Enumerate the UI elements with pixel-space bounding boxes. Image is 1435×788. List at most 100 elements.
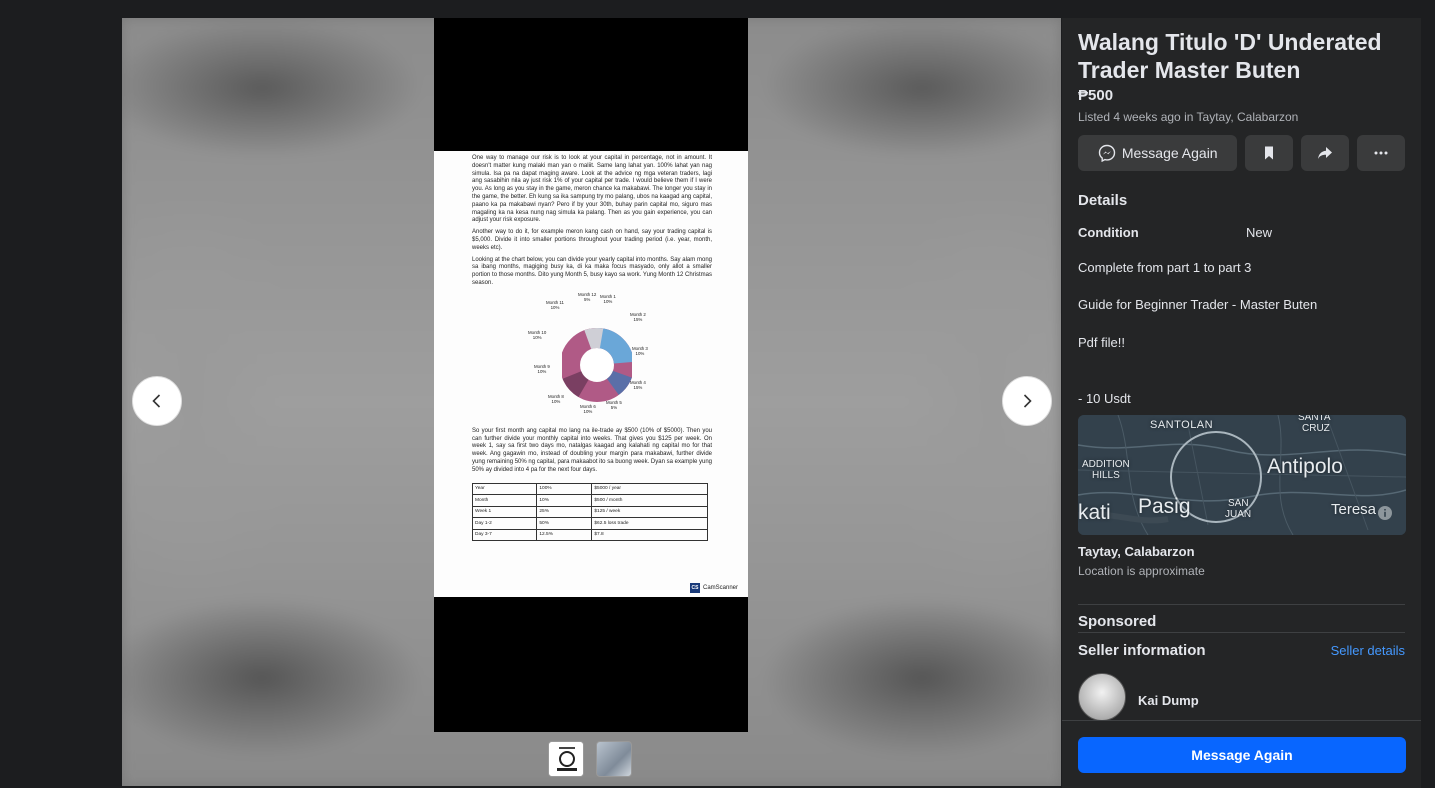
marketplace-item-page: One way to manage our risk is to look at… — [0, 0, 1435, 788]
donut-label: Month 11 10% — [546, 299, 564, 310]
donut-label: Month 8 10% — [548, 393, 564, 404]
doc-paragraph: Looking at the chart below, you can divi… — [472, 256, 712, 286]
message-again-button[interactable]: Message Again — [1078, 135, 1238, 171]
table-cell: Month — [471, 494, 538, 507]
description-line: Pdf file!! — [1078, 335, 1125, 350]
location-title: Taytay, Calabarzon — [1078, 544, 1195, 559]
map-label: Teresa — [1331, 501, 1377, 518]
map-label: kati — [1078, 501, 1111, 524]
table-cell: 10% — [536, 494, 593, 507]
donut-label: Month 5 5% — [606, 399, 622, 410]
chevron-left-icon — [152, 394, 161, 408]
listing-photo: One way to manage our risk is to look at… — [434, 18, 748, 732]
table-row: Week 1 25% $125 / week — [471, 505, 708, 519]
description-line: Complete from part 1 to part 3 — [1078, 260, 1252, 275]
message-again-label: Message Again — [1121, 145, 1218, 161]
description-line: Guide for Beginner Trader - Master Buten — [1078, 297, 1318, 312]
messenger-icon — [1098, 144, 1116, 162]
scanned-document-page: One way to manage our risk is to look at… — [434, 151, 748, 597]
table-cell: 100% — [536, 482, 593, 496]
donut-label: Month 2 15% — [630, 311, 646, 322]
donut-label: Month 4 15% — [630, 379, 646, 390]
table-cell: $62.5 loss trade — [591, 517, 708, 530]
capital-table: Year 100% $5000 / year Month 10% $500 / month… — [471, 482, 708, 542]
donut-label: Month 3 10% — [632, 345, 648, 356]
map-label: SANTOLAN — [1150, 419, 1214, 431]
table-cell: 50% — [536, 517, 593, 530]
description-line: - 10 Usdt — [1078, 391, 1131, 406]
listed-info: Listed 4 weeks ago in Taytay, Calabarzon — [1078, 110, 1299, 124]
table-cell: 12.5% — [536, 528, 593, 542]
donut-label: Month 10 10% — [528, 329, 547, 340]
next-photo-button[interactable] — [1002, 376, 1052, 426]
donut-label: Month 12 5% — [578, 291, 597, 302]
table-row: Day 1-2 50% $62.5 loss trade — [471, 517, 708, 530]
donut-label: Month 1 10% — [600, 293, 616, 304]
seller-name[interactable]: Kai Dump — [1138, 693, 1199, 708]
camscanner-label: CamScanner — [702, 585, 738, 591]
table-cell: Day 3-7 — [471, 528, 538, 542]
share-icon — [1318, 147, 1333, 159]
chevron-right-icon — [1023, 394, 1032, 408]
listing-details-panel: Walang Titulo 'D' Underated Trader Maste… — [1062, 18, 1421, 788]
map-label: CRUZ — [1302, 423, 1330, 434]
table-cell: $7.8 — [591, 528, 708, 542]
map-label: Antipolo — [1267, 455, 1343, 478]
doc-paragraph: So your first month ang capital mo lang … — [472, 427, 712, 473]
map-label: ADDITION — [1082, 459, 1130, 470]
message-again-primary-button[interactable]: Message Again — [1078, 737, 1406, 773]
more-dots-icon — [1374, 151, 1388, 155]
table-cell: $5000 / year — [591, 482, 708, 496]
camscanner-watermark: CS CamScanner — [689, 583, 738, 593]
more-options-button[interactable] — [1357, 135, 1405, 171]
save-button[interactable] — [1245, 135, 1294, 171]
donut-chart: Month 12 5% Month 1 10% Month 2 15% Month 3… — [472, 292, 712, 422]
condition-label: Condition — [1078, 225, 1139, 240]
table-cell: $125 / week — [591, 505, 708, 519]
section-divider — [1078, 632, 1405, 633]
table-cell: 25% — [536, 505, 593, 519]
seller-avatar[interactable] — [1078, 673, 1126, 721]
bookmark-icon — [1265, 146, 1274, 160]
photo-viewer: One way to manage our risk is to look at… — [122, 18, 1061, 786]
condition-row: Condition New — [1078, 225, 1405, 240]
map-label: HILLS — [1092, 470, 1120, 481]
donut-label: Month 9 10% — [534, 363, 550, 374]
camscanner-logo-icon: CS — [689, 583, 700, 593]
thumbnail-logo-image — [549, 742, 583, 776]
photo-thumbnails — [548, 741, 632, 777]
seller-card[interactable]: Kai Dump — [1078, 673, 1405, 721]
table-row: Year 100% $5000 / year — [471, 482, 708, 496]
share-button[interactable] — [1301, 135, 1350, 171]
map-label: Pasig — [1138, 495, 1191, 518]
map-label: SAN — [1228, 498, 1249, 509]
condition-value: New — [1246, 225, 1273, 240]
section-divider — [1078, 604, 1405, 605]
location-note: Location is approximate — [1078, 564, 1205, 578]
table-cell: Year — [471, 482, 538, 496]
sponsored-heading: Sponsored — [1078, 613, 1157, 630]
table-cell: Day 1-2 — [471, 517, 538, 530]
sticky-footer: Message Again — [1062, 720, 1421, 788]
previous-photo-button[interactable] — [132, 376, 182, 426]
table-row: Month 10% $500 / month — [471, 494, 708, 507]
table-cell: Week 1 — [471, 505, 538, 519]
table-row: Day 3-7 12.5% $7.8 — [471, 528, 708, 542]
table-cell: $500 / month — [591, 494, 708, 507]
seller-header: Seller information Seller details — [1078, 642, 1405, 659]
info-icon[interactable] — [1378, 506, 1392, 520]
listing-title: Walang Titulo 'D' Underated Trader Maste… — [1078, 29, 1382, 83]
location-map[interactable]: SANTOLAN SANTA CRUZ ADDITION HILLS Antip… — [1078, 415, 1406, 535]
doc-paragraph: One way to manage our risk is to look at… — [472, 155, 712, 224]
map-label: SANTA — [1298, 415, 1331, 423]
details-heading: Details — [1078, 192, 1128, 209]
thumbnail-1[interactable] — [548, 741, 584, 777]
map-label: JUAN — [1225, 509, 1252, 520]
seller-details-link[interactable]: Seller details — [1331, 643, 1405, 658]
thumbnail-2[interactable] — [596, 741, 632, 777]
listing-price: ₱500 — [1078, 87, 1114, 104]
donut-label: Month 6 10% — [580, 403, 596, 414]
seller-info-heading: Seller information — [1078, 642, 1206, 659]
doc-paragraph: Another way to do it, for example meron … — [472, 229, 712, 251]
action-bar: Message Again — [1078, 135, 1405, 171]
